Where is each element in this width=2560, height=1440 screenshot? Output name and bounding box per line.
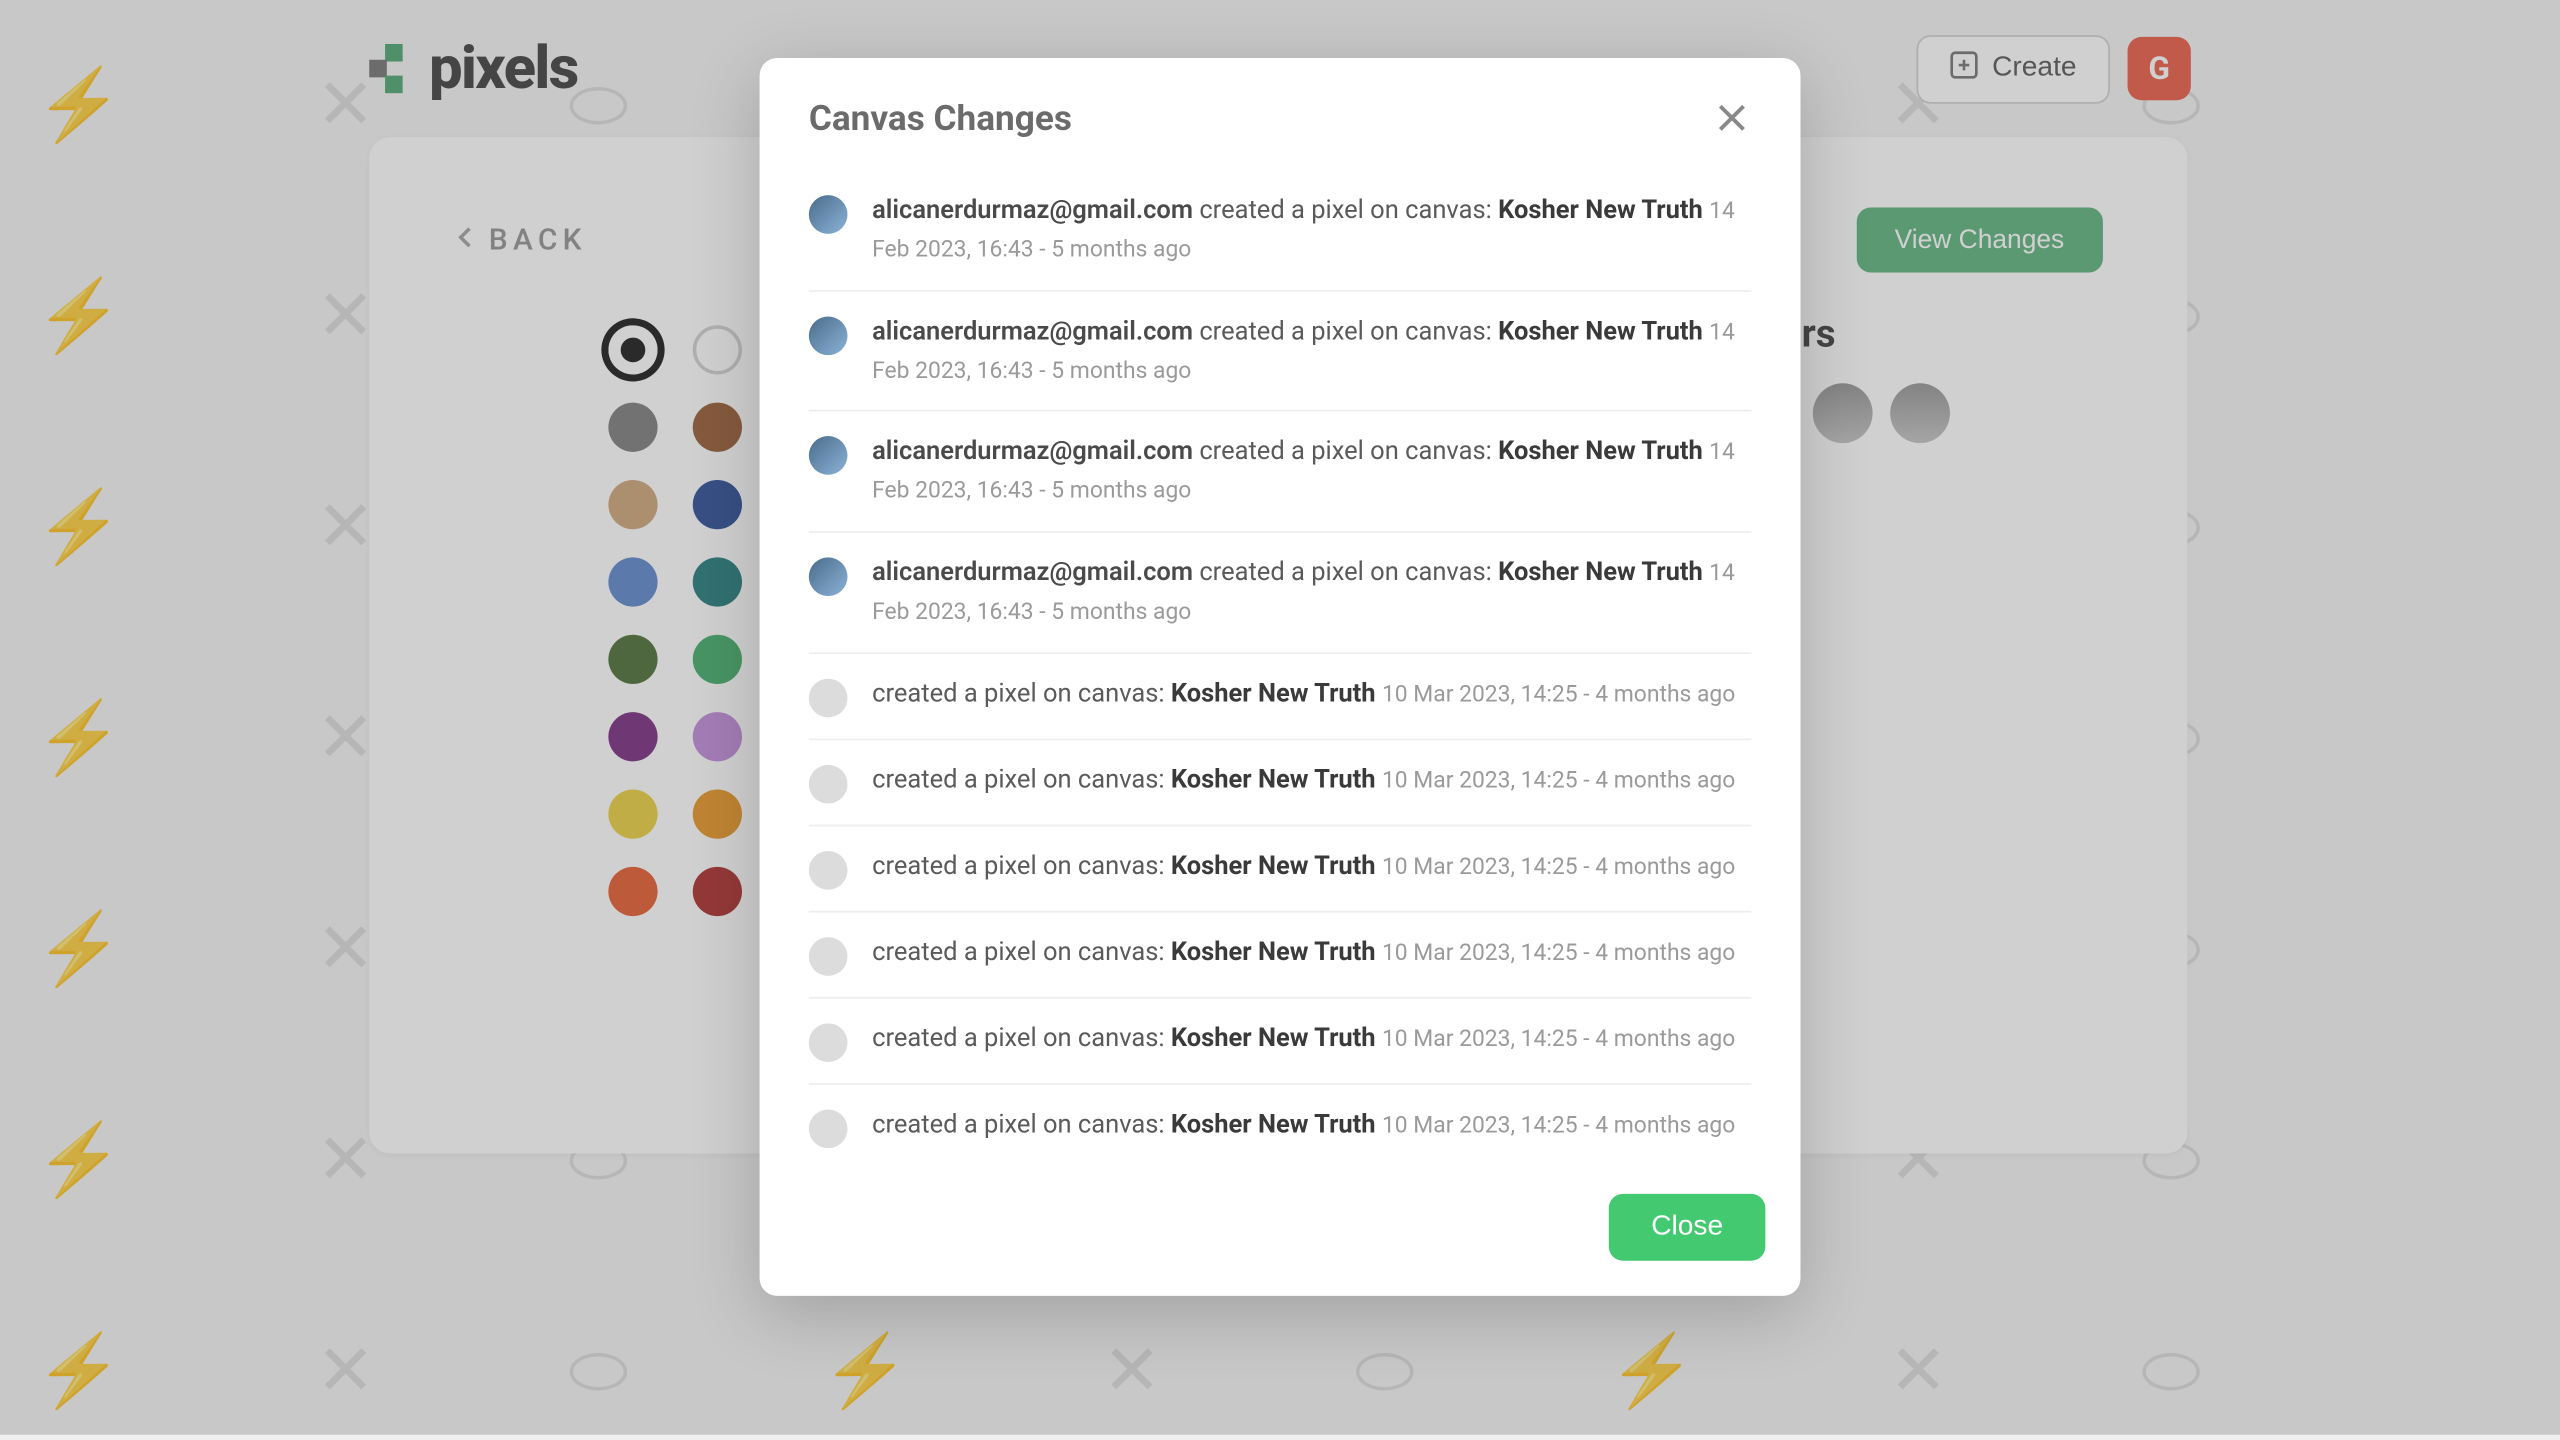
change-canvas-name: Kosher New Truth xyxy=(1171,851,1376,881)
change-timestamp: 10 Mar 2023, 14:25 - 4 months ago xyxy=(1382,1113,1735,1139)
change-user: alicanerdurmaz@gmail.com xyxy=(872,316,1193,346)
change-user: alicanerdurmaz@gmail.com xyxy=(872,557,1193,587)
change-timestamp: 10 Mar 2023, 14:25 - 4 months ago xyxy=(1382,854,1735,880)
change-row: alicanerdurmaz@gmail.com created a pixel… xyxy=(809,412,1751,533)
change-user: alicanerdurmaz@gmail.com xyxy=(872,195,1193,225)
close-icon[interactable] xyxy=(1713,98,1752,137)
change-row: alicanerdurmaz@gmail.com created a pixel… xyxy=(809,291,1751,412)
modal-title: Canvas Changes xyxy=(809,97,1072,139)
change-text: created a pixel on canvas: Kosher New Tr… xyxy=(872,761,1735,799)
change-row: alicanerdurmaz@gmail.com created a pixel… xyxy=(809,171,1751,292)
change-avatar xyxy=(809,937,848,976)
change-avatar xyxy=(809,1023,848,1062)
change-canvas-name: Kosher New Truth xyxy=(1171,764,1376,794)
change-timestamp: 10 Mar 2023, 14:25 - 4 months ago xyxy=(1382,682,1735,708)
change-canvas-name: Kosher New Truth xyxy=(1171,937,1376,967)
change-text: created a pixel on canvas: Kosher New Tr… xyxy=(872,933,1735,971)
change-canvas-name: Kosher New Truth xyxy=(1498,557,1703,587)
change-text: created a pixel on canvas: Kosher New Tr… xyxy=(872,847,1735,885)
change-text: alicanerdurmaz@gmail.com created a pixel… xyxy=(872,433,1751,510)
change-avatar xyxy=(809,316,848,355)
change-canvas-name: Kosher New Truth xyxy=(1498,195,1703,225)
change-canvas-name: Kosher New Truth xyxy=(1498,437,1703,467)
change-text: alicanerdurmaz@gmail.com created a pixel… xyxy=(872,312,1751,389)
change-avatar xyxy=(809,764,848,803)
change-text: created a pixel on canvas: Kosher New Tr… xyxy=(872,1106,1735,1144)
change-user: alicanerdurmaz@gmail.com xyxy=(872,437,1193,467)
change-row: alicanerdurmaz@gmail.com created a pixel… xyxy=(809,533,1751,654)
close-button[interactable]: Close xyxy=(1609,1193,1765,1260)
changes-list: alicanerdurmaz@gmail.com created a pixel… xyxy=(760,171,1801,1169)
change-avatar xyxy=(809,678,848,717)
change-row: created a pixel on canvas: Kosher New Tr… xyxy=(809,912,1751,998)
change-canvas-name: Kosher New Truth xyxy=(1171,1109,1376,1139)
change-row: created a pixel on canvas: Kosher New Tr… xyxy=(809,1084,1751,1168)
change-canvas-name: Kosher New Truth xyxy=(1171,1023,1376,1053)
change-text: alicanerdurmaz@gmail.com created a pixel… xyxy=(872,554,1751,631)
change-avatar xyxy=(809,1109,848,1148)
change-text: created a pixel on canvas: Kosher New Tr… xyxy=(872,675,1735,713)
change-timestamp: 10 Mar 2023, 14:25 - 4 months ago xyxy=(1382,1026,1735,1052)
change-avatar xyxy=(809,557,848,596)
change-canvas-name: Kosher New Truth xyxy=(1171,678,1376,708)
change-timestamp: 10 Mar 2023, 14:25 - 4 months ago xyxy=(1382,768,1735,794)
change-row: created a pixel on canvas: Kosher New Tr… xyxy=(809,826,1751,912)
change-avatar xyxy=(809,437,848,476)
change-timestamp: 10 Mar 2023, 14:25 - 4 months ago xyxy=(1382,940,1735,966)
change-avatar xyxy=(809,195,848,234)
change-row: created a pixel on canvas: Kosher New Tr… xyxy=(809,654,1751,740)
change-canvas-name: Kosher New Truth xyxy=(1498,316,1703,346)
change-row: created a pixel on canvas: Kosher New Tr… xyxy=(809,740,1751,826)
change-avatar xyxy=(809,851,848,890)
changes-modal: Canvas Changes alicanerdurmaz@gmail.com … xyxy=(760,58,1801,1295)
change-row: created a pixel on canvas: Kosher New Tr… xyxy=(809,998,1751,1084)
change-text: alicanerdurmaz@gmail.com created a pixel… xyxy=(872,192,1751,269)
change-text: created a pixel on canvas: Kosher New Tr… xyxy=(872,1019,1735,1057)
